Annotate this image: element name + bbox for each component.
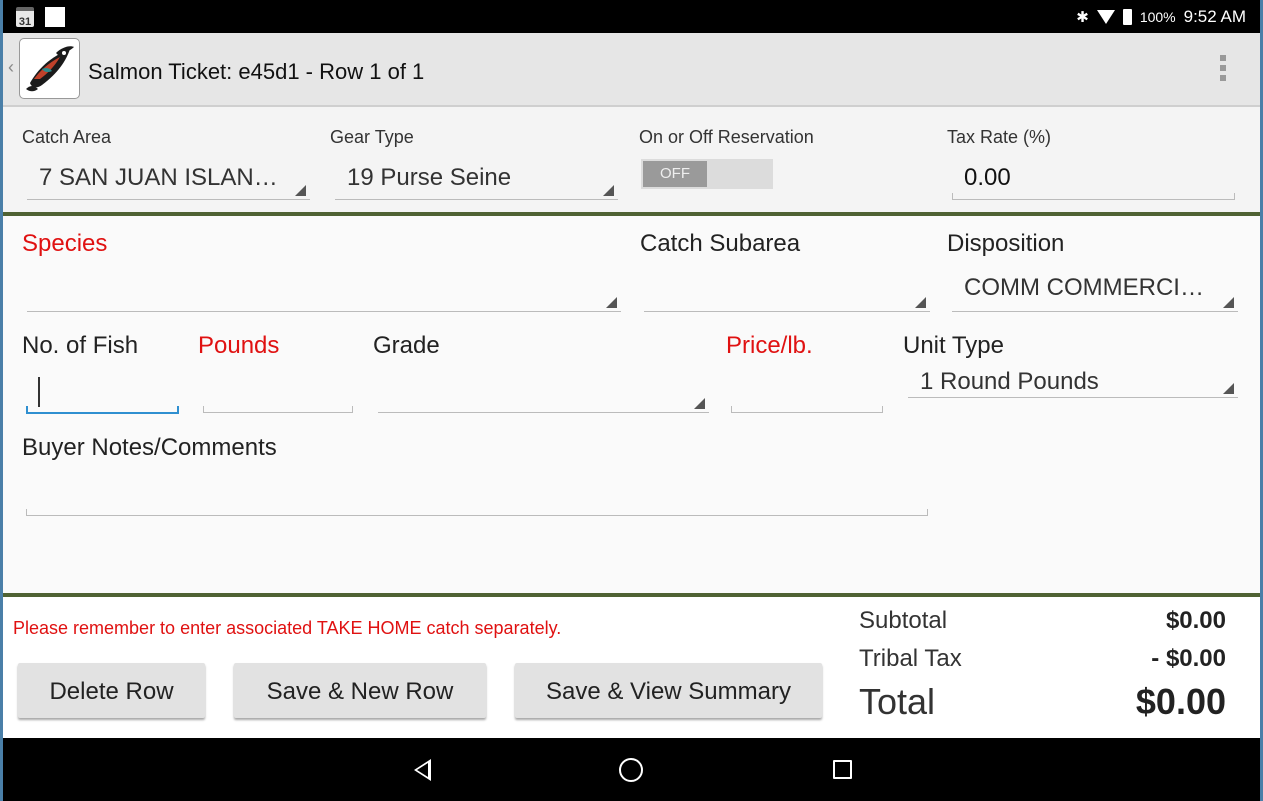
system-nav-bar bbox=[3, 738, 1260, 801]
status-icons: ✱ 100% 9:52 AM bbox=[1076, 0, 1246, 33]
unit-type-label: Unit Type bbox=[903, 332, 1004, 359]
tax-rate-value: 0.00 bbox=[964, 164, 1011, 191]
text-cursor bbox=[38, 377, 40, 407]
disposition-spinner[interactable]: COMM COMMERCI… bbox=[952, 270, 1238, 312]
take-home-reminder: Please remember to enter associated TAKE… bbox=[13, 618, 562, 638]
pounds-input[interactable] bbox=[203, 373, 353, 413]
calendar-icon: 31 bbox=[16, 7, 34, 28]
reservation-toggle-knob: OFF bbox=[643, 161, 707, 187]
catch-area-label: Catch Area bbox=[22, 127, 112, 147]
back-icon[interactable] bbox=[414, 759, 431, 781]
page-title: Salmon Ticket: e45d1 - Row 1 of 1 bbox=[88, 59, 425, 84]
buyer-notes-input[interactable] bbox=[26, 476, 928, 516]
bluetooth-icon: ✱ bbox=[1076, 8, 1089, 26]
footer: Please remember to enter associated TAKE… bbox=[3, 597, 1260, 738]
grade-label: Grade bbox=[373, 332, 440, 359]
dropdown-arrow-icon bbox=[295, 185, 306, 196]
battery-icon bbox=[1122, 8, 1132, 25]
up-navigation-icon[interactable]: ‹ bbox=[8, 57, 14, 78]
gear-type-spinner[interactable]: 19 Purse Seine bbox=[335, 160, 618, 200]
reservation-toggle[interactable]: OFF bbox=[641, 159, 773, 189]
app-screen: 31 ✱ 100% 9:52 AM ‹ Salmon Ticket: e45d1… bbox=[3, 0, 1260, 801]
dropdown-arrow-icon bbox=[606, 297, 617, 308]
unit-type-spinner[interactable]: 1 Round Pounds bbox=[908, 362, 1238, 398]
app-logo[interactable] bbox=[19, 38, 80, 99]
gear-type-value: 19 Purse Seine bbox=[347, 164, 512, 191]
no-of-fish-label: No. of Fish bbox=[22, 332, 139, 359]
tribal-tax-value: - $0.00 bbox=[1151, 645, 1226, 672]
action-bar: ‹ Salmon Ticket: e45d1 - Row 1 of 1 bbox=[3, 33, 1260, 107]
catch-subarea-spinner[interactable] bbox=[644, 272, 930, 312]
disposition-label: Disposition bbox=[947, 230, 1065, 257]
delete-row-button[interactable]: Delete Row bbox=[18, 663, 205, 718]
status-bar: 31 ✱ 100% 9:52 AM bbox=[3, 0, 1260, 33]
gear-type-label: Gear Type bbox=[330, 127, 414, 147]
notification-icon bbox=[45, 7, 65, 27]
dropdown-arrow-icon bbox=[915, 297, 926, 308]
catch-area-spinner[interactable]: 7 SAN JUAN ISLAN… bbox=[27, 160, 310, 200]
grade-spinner[interactable] bbox=[378, 373, 709, 413]
dropdown-arrow-icon bbox=[1223, 383, 1234, 394]
dropdown-arrow-icon bbox=[694, 398, 705, 409]
save-new-row-button[interactable]: Save & New Row bbox=[234, 663, 486, 718]
battery-percent: 100% bbox=[1139, 8, 1176, 25]
recent-apps-icon[interactable] bbox=[833, 760, 852, 779]
tax-rate-label: Tax Rate (%) bbox=[947, 127, 1052, 147]
subtotal-label: Subtotal bbox=[859, 607, 948, 634]
overflow-menu-icon[interactable] bbox=[1220, 55, 1226, 81]
save-view-summary-button[interactable]: Save & View Summary bbox=[515, 663, 822, 718]
total-label: Total bbox=[859, 681, 936, 722]
price-per-lb-label: Price/lb. bbox=[726, 332, 813, 359]
species-spinner[interactable] bbox=[27, 272, 621, 312]
price-per-lb-input[interactable] bbox=[731, 373, 883, 413]
catch-area-value: 7 SAN JUAN ISLAN… bbox=[39, 164, 278, 191]
dropdown-arrow-icon bbox=[1223, 297, 1234, 308]
disposition-value: COMM COMMERCI… bbox=[964, 274, 1204, 301]
clock: 9:52 AM bbox=[1183, 6, 1246, 26]
buyer-notes-label: Buyer Notes/Comments bbox=[22, 434, 277, 461]
unit-type-value: 1 Round Pounds bbox=[920, 368, 1099, 395]
species-label: Species bbox=[22, 230, 108, 257]
dropdown-arrow-icon bbox=[603, 185, 614, 196]
wifi-icon bbox=[1096, 9, 1115, 24]
no-of-fish-input[interactable] bbox=[26, 373, 179, 414]
catch-subarea-label: Catch Subarea bbox=[640, 230, 801, 257]
subtotal-value: $0.00 bbox=[1165, 607, 1226, 634]
home-icon[interactable] bbox=[619, 758, 643, 782]
total-value: $0.00 bbox=[1135, 681, 1226, 722]
pounds-label: Pounds bbox=[198, 332, 280, 359]
tax-rate-input[interactable]: 0.00 bbox=[952, 160, 1235, 200]
section-divider bbox=[3, 212, 1260, 216]
reservation-label: On or Off Reservation bbox=[639, 127, 814, 147]
salmon-logo-icon bbox=[26, 46, 74, 92]
tribal-tax-label: Tribal Tax bbox=[859, 645, 962, 672]
